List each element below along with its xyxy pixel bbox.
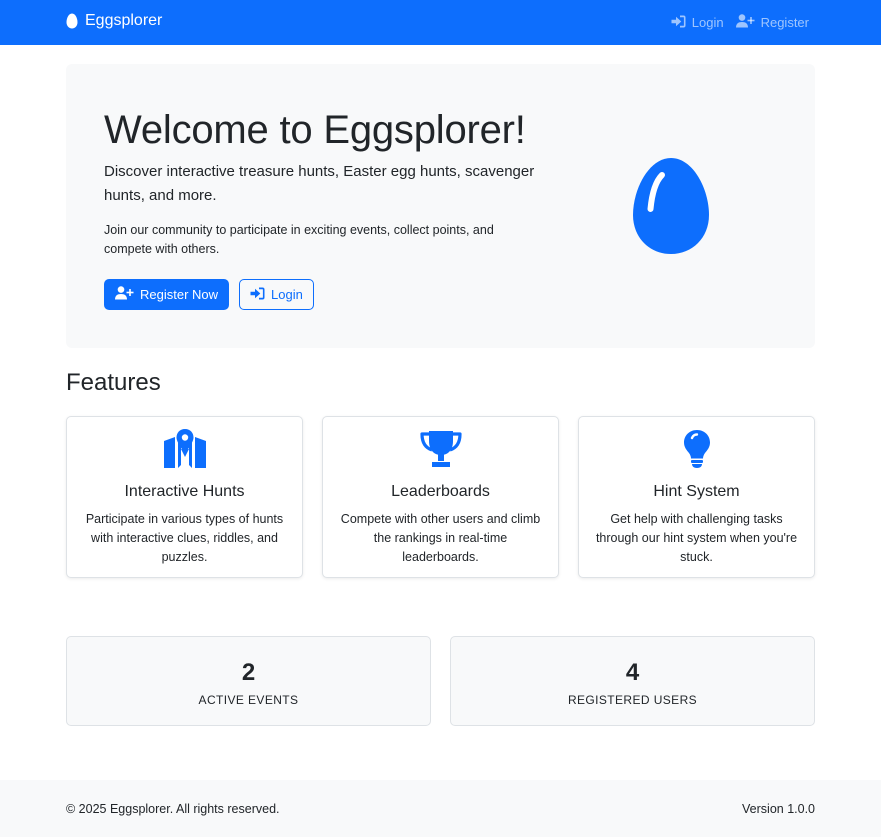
feature-card-interactive-hunts: Interactive Hunts Participate in various… bbox=[66, 416, 303, 578]
nav-login-link[interactable]: Login bbox=[671, 14, 724, 31]
hero-login-button[interactable]: Login bbox=[239, 279, 314, 310]
brand-name: Eggsplorer bbox=[85, 12, 163, 29]
user-plus-icon bbox=[735, 14, 755, 31]
register-now-label: Register Now bbox=[140, 287, 219, 302]
feature-title: Hint System bbox=[653, 483, 740, 500]
nav-register-link[interactable]: Register bbox=[735, 14, 809, 31]
navbar: Eggsplorer Login Register bbox=[0, 0, 881, 45]
features-heading: Features bbox=[66, 369, 161, 396]
trophy-icon bbox=[323, 429, 558, 469]
feature-card-leaderboards: Leaderboards Compete with other users an… bbox=[322, 416, 559, 578]
stat-card-registered-users: 4 REGISTERED USERS bbox=[450, 636, 815, 726]
register-now-button[interactable]: Register Now bbox=[104, 279, 230, 310]
feature-title: Leaderboards bbox=[391, 483, 490, 500]
stat-value: 4 bbox=[625, 659, 640, 686]
footer-copyright: © 2025 Eggsplorer. All rights reserved. bbox=[66, 802, 280, 816]
feature-title: Interactive Hunts bbox=[124, 483, 245, 500]
feature-card-hint-system: Hint System Get help with challenging ta… bbox=[578, 416, 815, 578]
hero-section: Welcome to Eggsplorer! Discover interact… bbox=[66, 64, 815, 348]
feature-description: Get help with challenging tasks through … bbox=[595, 512, 798, 564]
lightbulb-icon bbox=[579, 429, 814, 469]
brand-link[interactable]: Eggsplorer bbox=[66, 12, 162, 30]
nav-login-label: Login bbox=[691, 15, 724, 30]
nav-links: Login Register bbox=[671, 14, 809, 31]
hero-lead: Discover interactive treasure hunts, Eas… bbox=[104, 163, 535, 204]
map-marker-icon bbox=[67, 429, 302, 469]
stat-card-active-events: 2 ACTIVE EVENTS bbox=[66, 636, 431, 726]
user-plus-icon bbox=[115, 286, 134, 303]
hero-text: Join our community to participate in exc… bbox=[104, 223, 494, 256]
hero-buttons: Register Now Login bbox=[104, 279, 314, 310]
footer: © 2025 Eggsplorer. All rights reserved. … bbox=[0, 780, 881, 837]
stat-label: REGISTERED USERS bbox=[567, 693, 698, 707]
footer-version: Version 1.0.0 bbox=[742, 802, 815, 816]
hero-title: Welcome to Eggsplorer! bbox=[104, 108, 526, 152]
feature-description: Compete with other users and climb the r… bbox=[340, 512, 541, 564]
egg-icon bbox=[66, 13, 78, 29]
feature-description: Participate in various types of hunts wi… bbox=[85, 512, 284, 564]
stat-value: 2 bbox=[241, 659, 256, 686]
sign-in-icon bbox=[671, 15, 686, 31]
egg-icon bbox=[632, 157, 710, 260]
hero-login-label: Login bbox=[271, 287, 303, 302]
sign-in-icon bbox=[250, 287, 265, 303]
nav-register-label: Register bbox=[760, 15, 809, 30]
stat-label: ACTIVE EVENTS bbox=[198, 693, 299, 707]
